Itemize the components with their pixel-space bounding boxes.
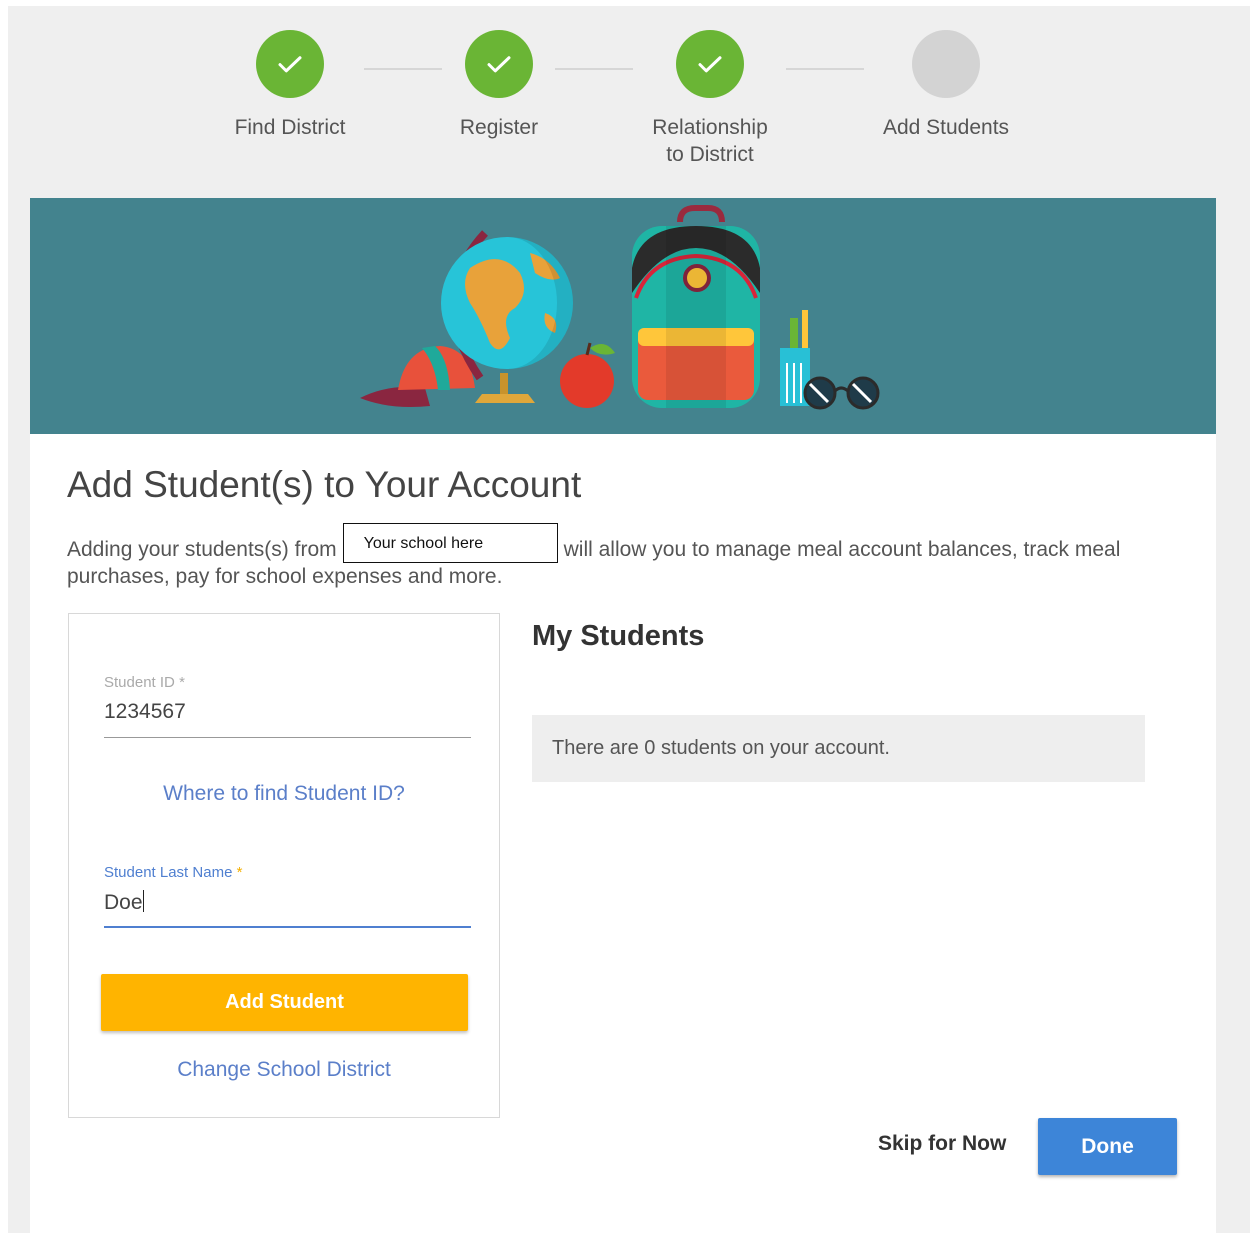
add-student-button[interactable]: Add Student <box>101 974 468 1031</box>
intro-text-before: Adding your students(s) from <box>67 538 337 561</box>
step-label: Relationship to District <box>652 116 768 166</box>
step-complete-indicator <box>465 30 533 98</box>
add-student-form: Student ID * 1234567 Where to find Stude… <box>68 613 500 1118</box>
step-complete-indicator <box>676 30 744 98</box>
checkmark-icon <box>487 56 511 73</box>
last-name-label-text: Student Last Name <box>104 864 233 881</box>
required-marker: * <box>236 864 243 881</box>
last-name-value: Doe <box>104 891 143 914</box>
step-pending-indicator <box>912 30 980 98</box>
school-supplies-illustration <box>360 205 880 410</box>
skip-for-now-button[interactable]: Skip for Now <box>878 1132 1006 1156</box>
step-find-district: Find District <box>190 30 390 141</box>
intro-text: Adding your students(s) from Your school … <box>67 523 1177 590</box>
step-label: Add Students <box>882 116 1010 139</box>
student-id-field[interactable]: Student ID * 1234567 <box>104 674 471 738</box>
text-caret <box>142 890 144 912</box>
step-register: Register <box>399 30 599 141</box>
school-name-placeholder: Your school here <box>342 523 558 564</box>
last-name-input[interactable]: Doe <box>104 890 471 928</box>
step-label: Register <box>459 116 539 139</box>
step-label: Find District <box>234 116 346 139</box>
step-relationship: Relationship to District <box>610 30 810 168</box>
page-title: Add Student(s) to Your Account <box>67 464 582 505</box>
checkmark-icon <box>278 56 302 73</box>
step-complete-indicator <box>256 30 324 98</box>
last-name-field[interactable]: Student Last Name * Doe <box>104 864 471 928</box>
checkmark-icon <box>698 56 722 73</box>
add-students-card: Add Student(s) to Your Account Adding yo… <box>30 198 1216 1233</box>
students-empty-state: There are 0 students on your account. <box>532 715 1145 782</box>
my-students-heading: My Students <box>532 620 705 652</box>
change-school-district-link[interactable]: Change School District <box>69 1058 499 1082</box>
student-id-input[interactable]: 1234567 <box>104 700 471 738</box>
banner <box>30 198 1216 434</box>
required-marker: * <box>179 674 185 691</box>
done-button[interactable]: Done <box>1038 1118 1177 1175</box>
student-id-label: Student ID * <box>104 674 471 691</box>
progress-stepper: Find District Register Relationship to D… <box>0 0 1250 190</box>
student-id-label-text: Student ID <box>104 674 175 691</box>
last-name-label: Student Last Name * <box>104 864 471 881</box>
find-student-id-link[interactable]: Where to find Student ID? <box>69 782 499 806</box>
step-add-students: Add Students <box>846 30 1046 141</box>
